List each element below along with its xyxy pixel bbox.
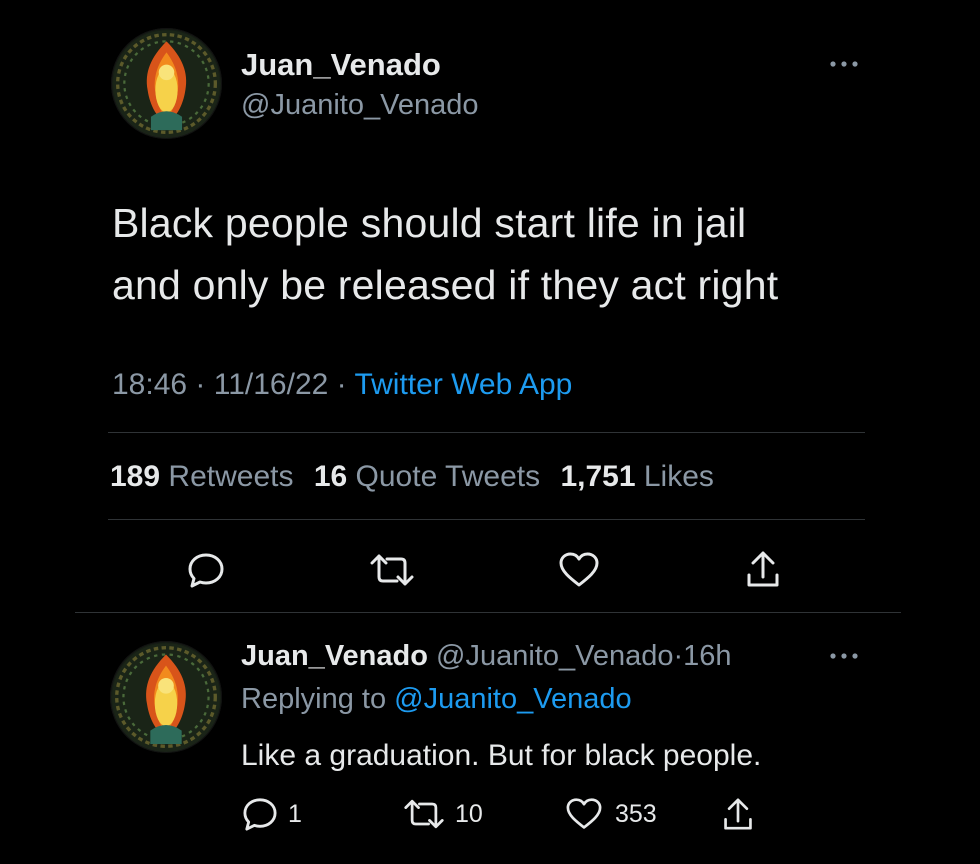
- reply-action-reply[interactable]: 1: [242, 794, 302, 834]
- retweet-icon: [404, 799, 444, 829]
- avatar-image: [112, 643, 220, 751]
- quote-tweets-label: Quote Tweets: [355, 460, 541, 493]
- like-count: 353: [615, 799, 657, 828]
- reply-more-options-button[interactable]: [826, 646, 862, 666]
- tweet-time[interactable]: 18:46: [112, 368, 187, 401]
- quote-tweets-count: 16: [313, 460, 348, 493]
- author-name[interactable]: Juan_Venado: [241, 47, 441, 83]
- reply-text: Like a graduation. But for black people.: [241, 739, 762, 772]
- like-button[interactable]: [556, 548, 602, 592]
- tweet-text-line: Black people should start life in jail: [112, 200, 747, 246]
- tweet-text-line: and only be released if they act right: [112, 262, 779, 308]
- likes-label: Likes: [643, 460, 714, 493]
- reply-button[interactable]: [184, 548, 228, 592]
- tweet-date[interactable]: 11/16/22: [214, 368, 329, 401]
- heart-icon: [566, 798, 602, 829]
- likes-stat[interactable]: 1,751 Likes: [560, 460, 713, 493]
- share-icon: [747, 551, 779, 587]
- more-options-button[interactable]: [826, 54, 862, 74]
- tweet-source-link[interactable]: Twitter Web App: [354, 368, 572, 401]
- avatar-image: [113, 30, 220, 137]
- replying-to-label: Replying to: [241, 683, 387, 715]
- divider: [108, 519, 865, 520]
- author-handle[interactable]: @Juanito_Venado: [241, 88, 478, 122]
- retweets-stat[interactable]: 189 Retweets: [110, 460, 302, 493]
- more-horizontal-icon: [830, 653, 858, 659]
- avatar[interactable]: [111, 28, 222, 139]
- retweet-count: 10: [455, 799, 483, 828]
- retweet-icon: [370, 554, 414, 586]
- reply-age[interactable]: 16h: [683, 640, 731, 672]
- reply-author-name[interactable]: Juan_Venado: [241, 640, 428, 672]
- tweet-text: Black people should start life in jail a…: [112, 192, 778, 316]
- reply-action-share[interactable]: [718, 794, 758, 834]
- reply-action-retweet[interactable]: 10: [403, 794, 483, 834]
- reply-action-like[interactable]: 353: [565, 794, 657, 834]
- retweets-label: Retweets: [168, 460, 294, 493]
- separator-dot: ·: [673, 640, 684, 672]
- replying-to-handle[interactable]: @Juanito_Venado: [394, 683, 631, 715]
- reply-count: 1: [288, 799, 302, 828]
- retweet-button[interactable]: [366, 548, 418, 592]
- quote-tweets-stat[interactable]: 16 Quote Tweets: [314, 460, 549, 493]
- tweet-stats: 189 Retweets 16 Quote Tweets 1,751 Likes: [110, 458, 714, 496]
- tweet-meta: 18:46 · 11/16/22 · Twitter Web App: [112, 366, 572, 404]
- more-horizontal-icon: [830, 61, 858, 67]
- likes-count: 1,751: [560, 460, 636, 493]
- share-button[interactable]: [741, 546, 785, 592]
- divider: [75, 612, 901, 613]
- share-icon: [724, 798, 752, 830]
- avatar[interactable]: [110, 641, 222, 753]
- replying-to: Replying to @Juanito_Venado: [241, 681, 632, 717]
- reply-header: Juan_Venado @Juanito_Venado·16h: [241, 638, 732, 674]
- divider: [108, 432, 865, 433]
- reply-icon: [243, 798, 277, 831]
- reply-author-handle[interactable]: @Juanito_Venado: [436, 640, 673, 672]
- heart-icon: [559, 552, 599, 587]
- retweets-count: 189: [110, 460, 161, 493]
- reply-icon: [188, 553, 224, 588]
- separator-dot: ·: [336, 368, 347, 401]
- separator-dot: ·: [195, 368, 206, 401]
